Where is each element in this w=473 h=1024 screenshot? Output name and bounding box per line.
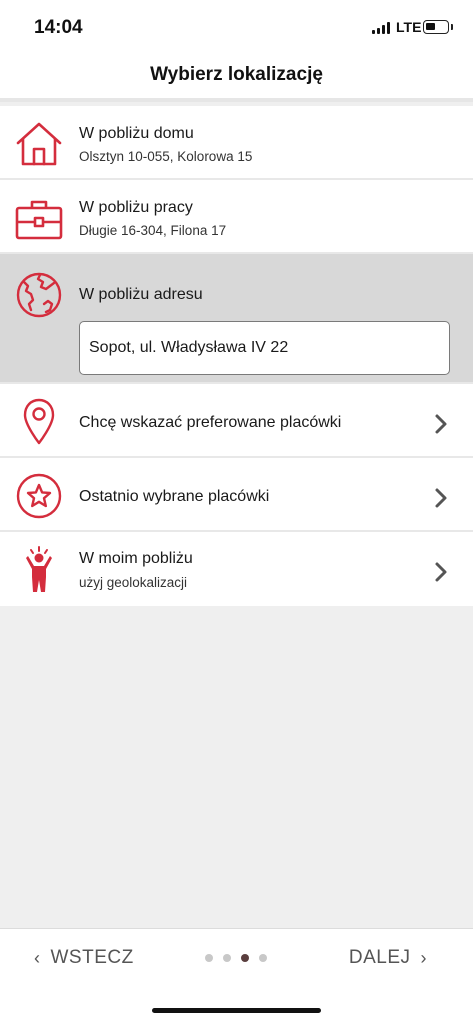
battery-cap — [451, 24, 453, 30]
back-button[interactable]: ‹ WSTECZ — [34, 947, 134, 969]
option-nearby[interactable]: W moim pobliżu użyj geolokalizacji — [0, 532, 473, 606]
page-dot — [205, 954, 213, 962]
briefcase-icon — [14, 194, 64, 244]
status-time: 14:04 — [34, 17, 83, 38]
page-dot — [223, 954, 231, 962]
page-title: Wybierz lokalizację — [150, 64, 323, 85]
star-icon — [14, 471, 64, 521]
chevron-right-icon: › — [420, 947, 427, 968]
option-address[interactable]: W pobliżu adresu — [0, 254, 473, 384]
next-button[interactable]: DALEJ › — [349, 947, 427, 969]
page-dot-active — [241, 954, 249, 962]
option-address-title: W pobliżu adresu — [79, 286, 203, 303]
option-work[interactable]: W pobliżu pracy Długie 16-304, Filona 17 — [0, 180, 473, 254]
person-icon — [14, 544, 64, 594]
chevron-right-icon — [433, 487, 449, 509]
option-recent-title: Ostatnio wybrane placówki — [79, 488, 270, 505]
header: Wybierz lokalizację — [0, 50, 473, 102]
next-label: DALEJ — [348, 947, 411, 968]
status-bar: 14:04 LTE — [0, 0, 473, 50]
option-home-title: W pobliżu domu — [79, 125, 194, 142]
home-indicator[interactable] — [152, 1008, 321, 1013]
network-type: LTE — [396, 19, 422, 35]
chevron-left-icon: ‹ — [34, 947, 41, 968]
chevron-right-icon — [433, 561, 449, 583]
option-work-title: W pobliżu pracy — [79, 199, 193, 216]
option-home-subtitle: Olsztyn 10-055, Kolorowa 15 — [79, 149, 253, 164]
option-nearby-title: W moim pobliżu — [79, 550, 193, 567]
globe-icon — [14, 270, 64, 320]
page-indicator — [205, 954, 267, 962]
option-preferred-title: Chcę wskazać preferowane placówki — [79, 414, 342, 431]
option-recent[interactable]: Ostatnio wybrane placówki — [0, 458, 473, 532]
page-dot — [259, 954, 267, 962]
house-icon — [14, 119, 64, 169]
option-preferred[interactable]: Chcę wskazać preferowane placówki — [0, 384, 473, 458]
option-nearby-subtitle: użyj geolokalizacji — [79, 575, 188, 590]
battery-icon — [423, 20, 449, 34]
option-work-subtitle: Długie 16-304, Filona 17 — [79, 223, 227, 238]
back-label: WSTECZ — [50, 947, 134, 968]
signal-strength-icon — [372, 22, 390, 34]
map-pin-icon — [14, 396, 64, 446]
address-input[interactable] — [79, 321, 450, 375]
chevron-right-icon — [433, 413, 449, 435]
option-home[interactable]: W pobliżu domu Olsztyn 10-055, Kolorowa … — [0, 106, 473, 180]
